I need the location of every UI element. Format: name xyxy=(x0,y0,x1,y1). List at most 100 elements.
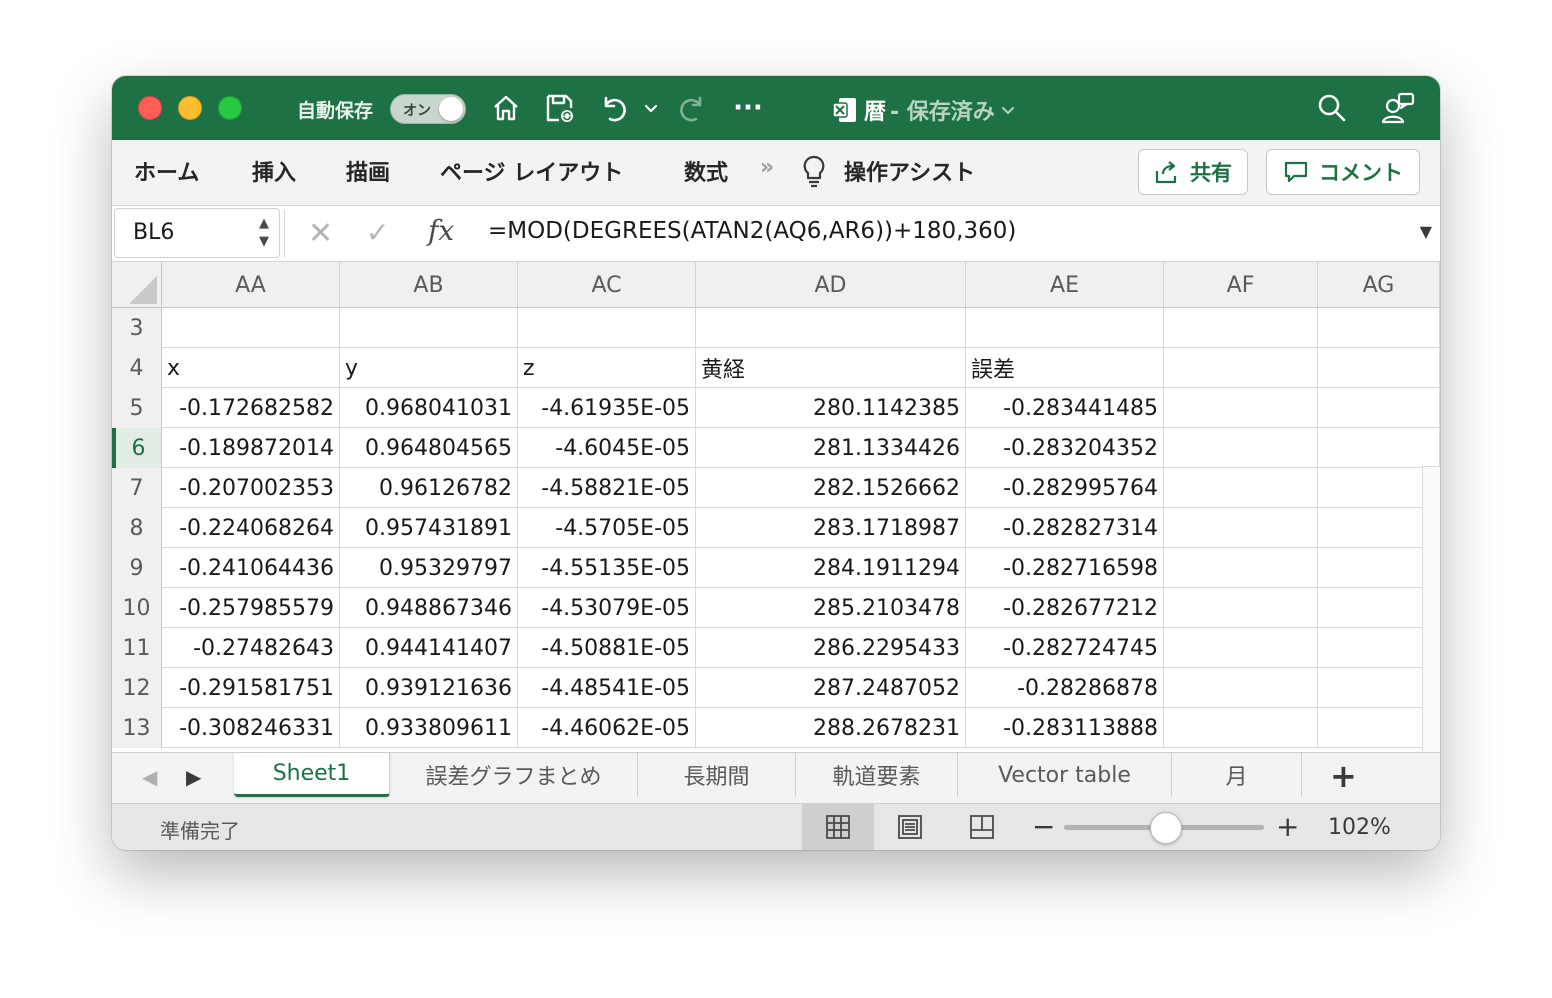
cell-aa6[interactable]: -0.189872014 xyxy=(162,428,340,468)
tab-home[interactable]: ホーム xyxy=(134,155,199,187)
previous-sheet-icon[interactable]: ◀ xyxy=(142,765,157,789)
cell-ad9[interactable]: 284.1911294 xyxy=(696,548,966,588)
cell-ad6[interactable]: 281.1334426 xyxy=(696,428,966,468)
cell-af7[interactable] xyxy=(1164,468,1318,508)
column-header-ad[interactable]: AD xyxy=(696,262,966,308)
normal-view-icon[interactable] xyxy=(802,804,874,850)
row-header[interactable]: 3 xyxy=(112,308,162,348)
cell-ab11[interactable]: 0.944141407 xyxy=(340,628,518,668)
cell-ac5[interactable]: -4.61935E-05 xyxy=(518,388,696,428)
name-box[interactable]: BL6 ▲ ▼ xyxy=(114,208,280,258)
cell-af12[interactable] xyxy=(1164,668,1318,708)
cell-ag6[interactable] xyxy=(1318,428,1440,468)
worksheet-grid[interactable]: AA AB AC AD AE AF AG 3 4 x y z 黄経 誤差 5 -0.172682582 0.9… xyxy=(112,262,1440,752)
cancel-entry-icon[interactable]: ✕ xyxy=(308,216,333,251)
cell-aa11[interactable]: -0.27482643 xyxy=(162,628,340,668)
cell-af5[interactable] xyxy=(1164,388,1318,428)
cell-af10[interactable] xyxy=(1164,588,1318,628)
cell-ag5[interactable] xyxy=(1318,388,1440,428)
tab-formulas[interactable]: 数式 xyxy=(684,155,728,187)
sheet-tab[interactable]: Sheet1 xyxy=(234,753,390,797)
cell-ad10[interactable]: 285.2103478 xyxy=(696,588,966,628)
cell-af3[interactable] xyxy=(1164,308,1318,348)
cell-ab3[interactable] xyxy=(340,308,518,348)
row-header[interactable]: 7 xyxy=(112,468,162,508)
page-layout-view-icon[interactable] xyxy=(874,804,946,850)
cell-ae8[interactable]: -0.282827314 xyxy=(966,508,1164,548)
name-box-stepper-icon[interactable]: ▲ ▼ xyxy=(259,215,269,251)
vertical-scrollbar[interactable] xyxy=(1422,466,1440,752)
cell-ae5[interactable]: -0.283441485 xyxy=(966,388,1164,428)
tab-draw[interactable]: 描画 xyxy=(346,155,390,187)
column-header-ab[interactable]: AB xyxy=(340,262,518,308)
tell-me-search[interactable]: 操作アシスト xyxy=(844,155,975,187)
minimize-window-button[interactable] xyxy=(178,96,202,120)
cell-ab4[interactable]: y xyxy=(340,348,518,388)
comments-button[interactable]: コメント xyxy=(1266,149,1420,195)
cell-ad8[interactable]: 283.1718987 xyxy=(696,508,966,548)
row-header[interactable]: 5 xyxy=(112,388,162,428)
cell-ae9[interactable]: -0.282716598 xyxy=(966,548,1164,588)
zoom-level[interactable]: 102% xyxy=(1328,815,1391,840)
sheet-tab[interactable]: 誤差グラフまとめ xyxy=(390,753,638,797)
cell-ag3[interactable] xyxy=(1318,308,1440,348)
row-header[interactable]: 4 xyxy=(112,348,162,388)
cell-aa13[interactable]: -0.308246331 xyxy=(162,708,340,748)
select-all-corner[interactable] xyxy=(112,262,162,308)
sheet-tab[interactable]: Vector table xyxy=(958,753,1172,797)
cell-ac8[interactable]: -4.5705E-05 xyxy=(518,508,696,548)
row-header[interactable]: 8 xyxy=(112,508,162,548)
cell-aa10[interactable]: -0.257985579 xyxy=(162,588,340,628)
cell-aa9[interactable]: -0.241064436 xyxy=(162,548,340,588)
zoom-out-button[interactable]: − xyxy=(1032,810,1055,843)
cell-af4[interactable] xyxy=(1164,348,1318,388)
cell-ae4[interactable]: 誤差 xyxy=(966,348,1164,388)
cell-ad4[interactable]: 黄経 xyxy=(696,348,966,388)
cell-ac7[interactable]: -4.58821E-05 xyxy=(518,468,696,508)
account-icon[interactable] xyxy=(1378,90,1418,126)
tab-insert[interactable]: 挿入 xyxy=(252,155,296,187)
cell-ac13[interactable]: -4.46062E-05 xyxy=(518,708,696,748)
cell-ae6[interactable]: -0.283204352 xyxy=(966,428,1164,468)
cell-ab13[interactable]: 0.933809611 xyxy=(340,708,518,748)
column-header-ae[interactable]: AE xyxy=(966,262,1164,308)
add-sheet-button[interactable]: + xyxy=(1330,757,1357,795)
more-commands-icon[interactable]: ··· xyxy=(728,90,768,126)
row-header[interactable]: 12 xyxy=(112,668,162,708)
cell-ab12[interactable]: 0.939121636 xyxy=(340,668,518,708)
cell-ab10[interactable]: 0.948867346 xyxy=(340,588,518,628)
zoom-window-button[interactable] xyxy=(218,96,242,120)
cell-ac11[interactable]: -4.50881E-05 xyxy=(518,628,696,668)
cell-ab7[interactable]: 0.96126782 xyxy=(340,468,518,508)
cell-aa8[interactable]: -0.224068264 xyxy=(162,508,340,548)
column-header-ag[interactable]: AG xyxy=(1318,262,1440,308)
cell-aa7[interactable]: -0.207002353 xyxy=(162,468,340,508)
cell-aa3[interactable] xyxy=(162,308,340,348)
cell-ag4[interactable] xyxy=(1318,348,1440,388)
cell-ac9[interactable]: -4.55135E-05 xyxy=(518,548,696,588)
cell-ae11[interactable]: -0.282724745 xyxy=(966,628,1164,668)
close-window-button[interactable] xyxy=(138,96,162,120)
sheet-tab[interactable]: 月 xyxy=(1172,753,1302,797)
cell-ad12[interactable]: 287.2487052 xyxy=(696,668,966,708)
cell-ad3[interactable] xyxy=(696,308,966,348)
sheet-tab[interactable]: 長期間 xyxy=(638,753,796,797)
cell-ab5[interactable]: 0.968041031 xyxy=(340,388,518,428)
undo-dropdown-chevron-down-icon[interactable] xyxy=(640,90,662,126)
cell-aa4[interactable]: x xyxy=(162,348,340,388)
cell-ad13[interactable]: 288.2678231 xyxy=(696,708,966,748)
tab-page-layout[interactable]: ページ レイアウト xyxy=(440,155,623,187)
cell-ae7[interactable]: -0.282995764 xyxy=(966,468,1164,508)
cell-ac10[interactable]: -4.53079E-05 xyxy=(518,588,696,628)
autosave-toggle[interactable]: オン xyxy=(390,94,466,124)
cell-af11[interactable] xyxy=(1164,628,1318,668)
cell-ac12[interactable]: -4.48541E-05 xyxy=(518,668,696,708)
row-header[interactable]: 10 xyxy=(112,588,162,628)
row-header[interactable]: 9 xyxy=(112,548,162,588)
cell-ac3[interactable] xyxy=(518,308,696,348)
zoom-in-button[interactable]: + xyxy=(1276,810,1299,843)
expand-formula-bar-icon[interactable]: ▼ xyxy=(1420,222,1432,241)
cell-ab8[interactable]: 0.957431891 xyxy=(340,508,518,548)
undo-icon[interactable] xyxy=(596,90,632,126)
sheet-tab[interactable]: 軌道要素 xyxy=(796,753,958,797)
